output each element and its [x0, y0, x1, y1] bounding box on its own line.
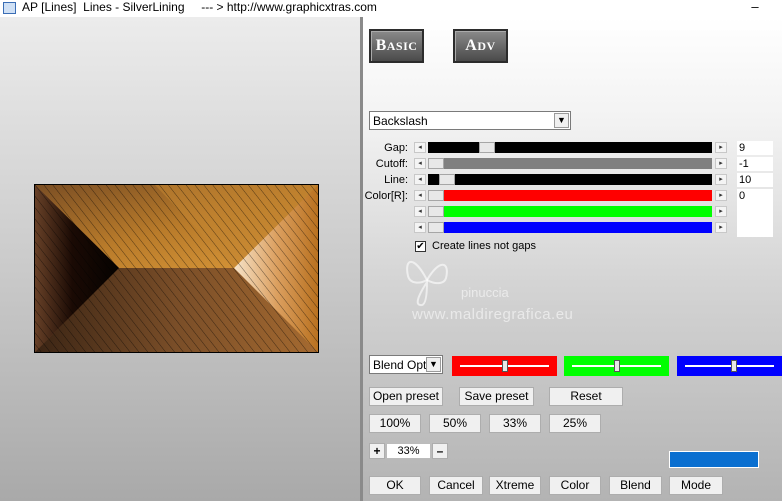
minimize-button[interactable]: –: [745, 0, 765, 14]
color-slider-knob[interactable]: [502, 360, 508, 372]
param-value-field[interactable]: 0: [737, 189, 773, 203]
arrow-left-icon[interactable]: ◂: [414, 190, 426, 201]
slider-track[interactable]: [428, 142, 712, 153]
param-label: Color[R]:: [364, 190, 408, 202]
slider-track[interactable]: [428, 206, 712, 217]
blend-button[interactable]: Blend: [609, 476, 662, 495]
mode-button[interactable]: Mode: [669, 476, 723, 495]
param-label: Gap:: [384, 142, 408, 154]
color-slider-line: [685, 365, 774, 367]
param-label: Line:: [384, 174, 408, 186]
zoom-25-button[interactable]: 25%: [549, 414, 601, 433]
arrow-right-icon[interactable]: ▸: [715, 222, 727, 233]
color-slider-knob[interactable]: [731, 360, 737, 372]
preview-image: [34, 184, 319, 353]
arrow-left-icon[interactable]: ◂: [414, 174, 426, 185]
color-slider[interactable]: [677, 356, 782, 376]
zoom-value-field[interactable]: 33%: [386, 443, 431, 459]
slider-thumb[interactable]: [439, 174, 455, 185]
watermark-name: pinuccia: [461, 285, 509, 300]
xtreme-button[interactable]: Xtreme: [489, 476, 541, 495]
basic-mode-label: BASIC: [375, 37, 418, 54]
slider-track[interactable]: [428, 222, 712, 233]
adv-mode-label: ADV: [465, 37, 496, 54]
color-slider[interactable]: [564, 356, 669, 376]
app-icon: [3, 2, 16, 14]
chevron-down-icon[interactable]: ▼: [426, 357, 441, 372]
param-slider[interactable]: ◂ ▸: [414, 206, 727, 217]
param-slider[interactable]: ◂ ▸: [414, 158, 727, 169]
arrow-right-icon[interactable]: ▸: [715, 158, 727, 169]
adv-mode-button[interactable]: ADV: [453, 29, 508, 63]
watermark-site: www.maldiregrafica.eu: [412, 306, 574, 323]
color-swatch[interactable]: [669, 451, 759, 468]
zoom-33-button[interactable]: 33%: [489, 414, 541, 433]
slider-thumb[interactable]: [428, 222, 444, 233]
arrow-right-icon[interactable]: ▸: [715, 206, 727, 217]
slider-track[interactable]: [428, 190, 712, 201]
arrow-left-icon[interactable]: ◂: [414, 142, 426, 153]
ok-button[interactable]: OK: [369, 476, 421, 495]
slider-thumb[interactable]: [428, 158, 444, 169]
arrow-left-icon[interactable]: ◂: [414, 158, 426, 169]
color-slider-knob[interactable]: [614, 360, 620, 372]
slider-thumb[interactable]: [428, 206, 444, 217]
param-slider[interactable]: ◂ ▸: [414, 142, 727, 153]
param-value-field[interactable]: 9: [737, 141, 773, 155]
zoom-100-button[interactable]: 100%: [369, 414, 421, 433]
arrow-right-icon[interactable]: ▸: [715, 190, 727, 201]
slider-thumb[interactable]: [479, 142, 495, 153]
reset-button[interactable]: Reset: [549, 387, 623, 406]
color-button[interactable]: Color: [549, 476, 601, 495]
slider-track[interactable]: [428, 174, 712, 185]
style-select-value: Backslash: [373, 114, 428, 128]
slider-thumb[interactable]: [428, 190, 444, 201]
preview-pane: [0, 17, 360, 501]
param-value-field[interactable]: -1: [737, 157, 773, 171]
param-slider[interactable]: ◂ ▸: [414, 174, 727, 185]
arrow-right-icon[interactable]: ▸: [715, 174, 727, 185]
arrow-left-icon[interactable]: ◂: [414, 222, 426, 233]
zoom-in-button[interactable]: +: [369, 443, 385, 459]
butterfly-watermark-icon: [406, 260, 448, 307]
arrow-right-icon[interactable]: ▸: [715, 142, 727, 153]
open-preset-button[interactable]: Open preset: [369, 387, 443, 406]
blend-options-value: Blend Opti: [373, 358, 430, 372]
param-label: Cutoff:: [375, 158, 408, 170]
basic-mode-button[interactable]: BASIC: [369, 29, 424, 63]
zoom-out-button[interactable]: –: [432, 443, 448, 459]
color-slider[interactable]: [452, 356, 557, 376]
arrow-left-icon[interactable]: ◂: [414, 206, 426, 217]
cancel-button[interactable]: Cancel: [429, 476, 483, 495]
slider-track[interactable]: [428, 158, 712, 169]
style-select[interactable]: Backslash ▼: [369, 111, 571, 130]
save-preset-button[interactable]: Save preset: [459, 387, 534, 406]
title-bar: AP [Lines] Lines - SilverLining --- > ht…: [0, 0, 782, 16]
chevron-down-icon[interactable]: ▼: [554, 113, 569, 128]
zoom-50-button[interactable]: 50%: [429, 414, 481, 433]
number-box-panel: [737, 203, 773, 237]
param-slider[interactable]: ◂ ▸: [414, 222, 727, 233]
window-title: AP [Lines] Lines - SilverLining --- > ht…: [22, 0, 377, 14]
param-slider[interactable]: ◂ ▸: [414, 190, 727, 201]
blend-options-select[interactable]: Blend Opti ▼: [369, 355, 443, 374]
param-value-field[interactable]: 10: [737, 173, 773, 187]
